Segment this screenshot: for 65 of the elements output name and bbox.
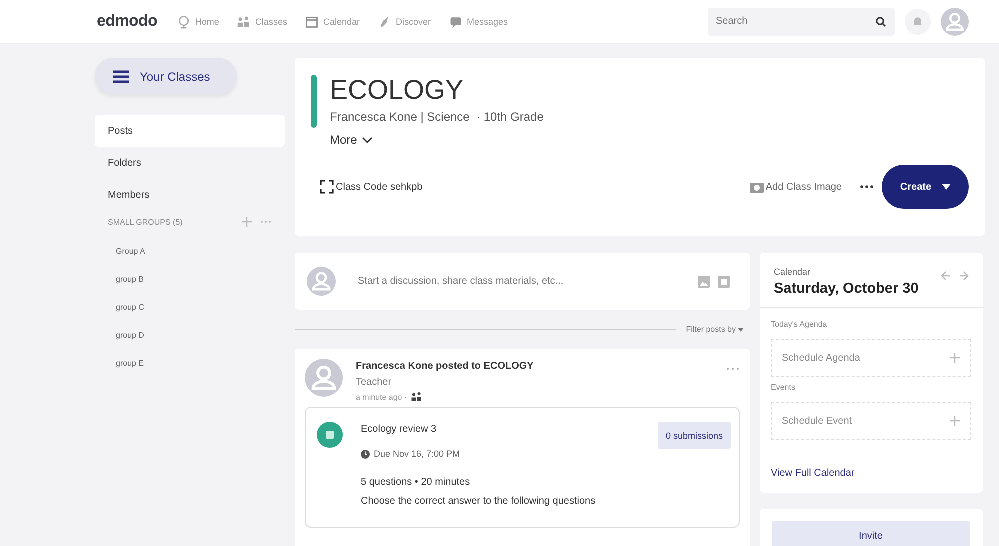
group-item[interactable]: group B [95, 275, 285, 303]
calendar-label: Calendar [774, 267, 812, 277]
class-title: ECOLOGY [330, 75, 465, 105]
assignment-title: Ecology review 3 [361, 424, 438, 435]
author-role: Teacher [356, 377, 393, 388]
next-arrow-icon[interactable] [959, 271, 969, 281]
notifications-button[interactable] [905, 8, 931, 34]
add-class-image-button[interactable]: Add Class Image [750, 181, 842, 193]
assignment-description: Choose the correct answer to the following questions [361, 496, 597, 507]
view-full-calendar-link[interactable]: View Full Calendar [771, 468, 972, 479]
invite-button[interactable]: Invite [772, 521, 970, 546]
caret-icon [738, 328, 744, 332]
menu-icon [113, 70, 129, 84]
sidebar-item[interactable]: Folders [95, 147, 285, 179]
schedule-event-button[interactable]: Schedule Event [771, 402, 971, 440]
assignment-card[interactable]: Ecology review 3 Due Nov 16, 7:00 PM 5 questions • 20 minutes Choose the correct answer to the following questions 0 submissions [305, 407, 740, 528]
due-date: Due Nov 16, 7:00 PM [374, 449, 460, 459]
caret-icon [942, 184, 951, 190]
bell-icon [911, 14, 925, 28]
logo[interactable]: edmodo [97, 12, 158, 30]
calendar-icon [305, 14, 320, 28]
group-item[interactable]: group D [95, 331, 285, 359]
nav-link[interactable]: Messages [449, 14, 508, 28]
group-item[interactable]: group C [95, 303, 285, 331]
search-icon[interactable] [875, 16, 887, 28]
chevron-down-icon [362, 136, 374, 144]
post-time: a minute ago · [356, 392, 408, 402]
people-icon [411, 391, 424, 403]
add-icon [950, 353, 960, 363]
create-button[interactable]: Create [882, 165, 969, 209]
quiz-details: 5 questions • 20 minutes [361, 477, 472, 488]
code-frame-icon [320, 180, 334, 194]
schedule-agenda-button[interactable]: Schedule Agenda [771, 339, 971, 377]
section-heading: Events [771, 383, 796, 392]
globe-icon [177, 14, 192, 28]
chat-icon [449, 14, 463, 28]
sidebar-item[interactable]: Members [95, 179, 285, 211]
avatar-icon[interactable] [941, 8, 969, 36]
nav-link[interactable]: Calendar [305, 14, 360, 28]
sidebar-item[interactable]: Posts [95, 115, 285, 147]
filter-dropdown[interactable]: Filter posts by [686, 325, 744, 334]
previous-arrow-icon[interactable] [941, 271, 951, 281]
file-icon[interactable] [718, 276, 730, 288]
more-button[interactable]: More [330, 133, 374, 147]
search-field[interactable]: Search [708, 8, 895, 36]
avatar-icon [307, 267, 336, 296]
people-icon [237, 14, 252, 28]
camera-icon [750, 181, 764, 193]
class-code-button[interactable]: Class Code sehkpb [320, 180, 423, 194]
avatar-icon [305, 359, 343, 397]
submissions-button[interactable]: 0 submissions [658, 422, 731, 449]
section-heading: Today's Agenda [771, 320, 828, 329]
group-item[interactable]: Group A [95, 247, 285, 275]
clock-icon [361, 450, 370, 458]
image-icon[interactable] [698, 276, 710, 288]
quiz-icon [317, 422, 343, 448]
calendar-date: Saturday, October 30 [774, 281, 919, 297]
post-author: Francesca Kone posted to ECOLOGY [356, 361, 535, 372]
your-classes-button[interactable]: Your Classes [95, 58, 237, 95]
section-heading: SMALL GROUPS (5) [108, 218, 184, 226]
add-icon [950, 416, 960, 426]
more-icon[interactable] [860, 185, 874, 189]
add-icon[interactable] [242, 217, 252, 227]
group-item[interactable]: group E [95, 359, 285, 387]
class-subtitle: Francesca Kone | Science · 10th Grade [330, 110, 544, 124]
